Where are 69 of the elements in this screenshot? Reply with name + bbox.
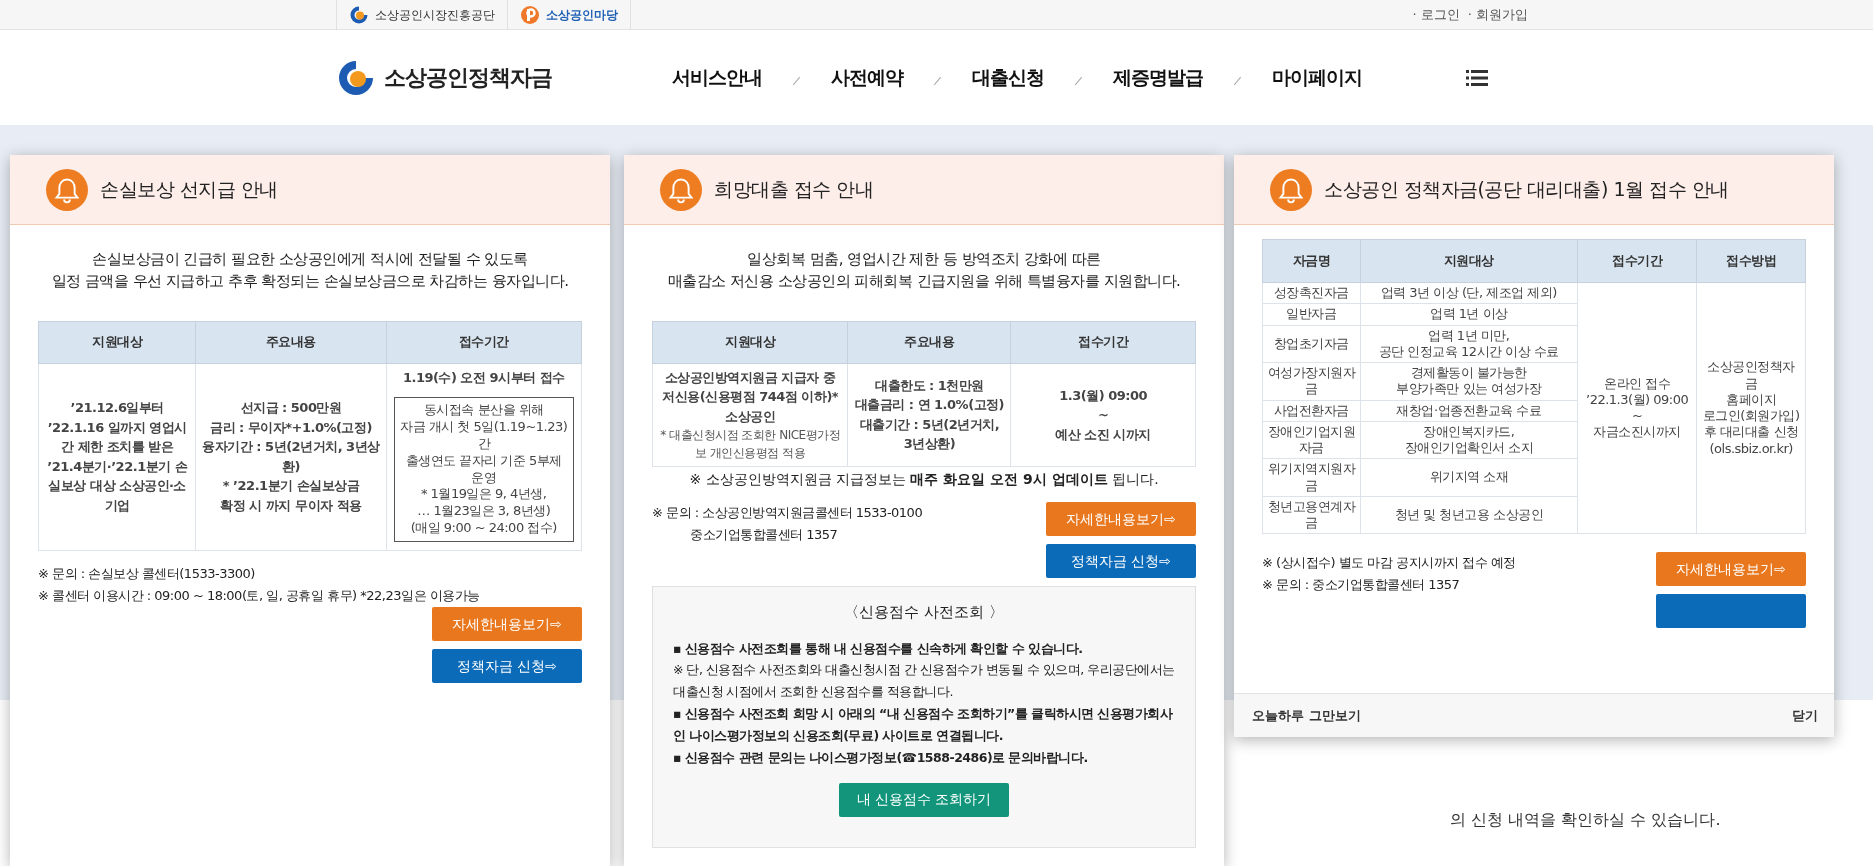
intro-text: 손실보상금이 긴급히 필요한 소상공인에게 적시에 전달될 수 있도록 일정 금액을 우선 지급하고 추후 확정되는 손실보상금으로 차감하는 융자입니다. bbox=[50, 249, 570, 292]
close-link[interactable]: 닫기 bbox=[1792, 705, 1818, 726]
table-cell: 소상공인정책자금 홈페이지 로그인(회원가입) 후 대리대출 신청 (ols.sbiz.or.kr) bbox=[1696, 282, 1806, 534]
apply-button[interactable]: 정책자금 신청⇨ bbox=[1046, 544, 1196, 578]
popup-title: 희망대출 접수 안내 bbox=[714, 177, 874, 203]
note-text: ※ 문의 : 중소기업통합콜센터 1357 bbox=[1262, 576, 1461, 595]
table-cell: 여성가장지원자금 bbox=[1262, 362, 1361, 400]
apply-button[interactable]: 정책자금 신청⇨ bbox=[432, 649, 582, 684]
column-header: 주요내용 bbox=[847, 321, 1011, 363]
table-cell: 1.3(월) 09:00 ~ 예산 소진 시까지 bbox=[1010, 363, 1196, 467]
info-text: ▪ 신용점수 사전조회 희망 시 아래의 “내 신용점수 조회하기”를 클릭하시면 신용평가회사인 나이스평가정보의 신용조회(무료) 사이트로 연결됩니다. bbox=[673, 705, 1174, 745]
table-cell: 성장촉진자금 bbox=[1262, 282, 1361, 304]
note-text: ※ 문의 : 손실보상 콜센터(1533-3300) bbox=[38, 565, 256, 584]
note-text: ※ (상시접수) 별도 마감 공지시까지 접수 예정 bbox=[1262, 554, 1516, 573]
column-header: 자금명 bbox=[1262, 239, 1361, 283]
note-text: ※ 문의 : 소상공인방역지원금콜센터 1533-0100 bbox=[652, 504, 923, 522]
nav-link[interactable]: 제증명발급 bbox=[1113, 63, 1203, 92]
menu-icon[interactable] bbox=[1466, 69, 1488, 86]
link-text: 소상공인시장진흥공단 bbox=[375, 7, 495, 24]
bell-icon bbox=[1270, 168, 1312, 211]
table-cell: 청년고용연계자금 bbox=[1262, 496, 1361, 534]
info-text: ▪ 신용점수 사전조회를 통해 내 신용점수를 신속하게 확인할 수 있습니다. bbox=[673, 639, 1084, 658]
intro-text: 일상회복 멈춤, 영업시간 제한 등 방역조치 강화에 따른 매출감소 저신용 소상공인의 피해회복 긴급지원을 위해 특별융자를 지원합니다. bbox=[666, 249, 1182, 292]
column-header: 지원대상 bbox=[38, 321, 196, 363]
nav-link[interactable]: 사전예약 bbox=[831, 63, 903, 92]
site-logo[interactable]: 소상공인정책자금 bbox=[336, 57, 552, 98]
cell-note: * 대출신청시점 조회한 NICE평가정보 개인신용평점 적용 bbox=[659, 427, 842, 462]
credit-check-button[interactable]: 내 신용점수 조회하기 bbox=[839, 782, 1009, 817]
note-text: ※ 콜센터 이용시간 : 09:00 ~ 18:00(토, 일, 공휴일 휴무) *22,23일은 이용가능 bbox=[38, 587, 480, 606]
dismiss-link[interactable]: 오늘하루 그만보기 bbox=[1252, 705, 1361, 726]
column-header: 주요내용 bbox=[195, 321, 386, 363]
column-header: 접수기간 bbox=[1577, 239, 1697, 283]
apply-button[interactable] bbox=[1656, 594, 1806, 629]
logo-icon bbox=[520, 5, 540, 25]
table-cell: 장애인기업지원자금 bbox=[1262, 421, 1361, 459]
account-link[interactable]: · 회원가입 bbox=[1467, 5, 1528, 25]
info-text: ▪ 신용점수 관련 문의는 나이스평가정보(☎1588-2486)로 문의바랍니다. bbox=[673, 748, 1089, 767]
nav-link[interactable]: 서비스안내 bbox=[672, 63, 762, 92]
table-cell: 선지급 : 500만원 금리 : 무이자*+1.0%(고정) 융자기간 : 5년(2년거치, 3년상환) * ’22.1분기 손실보상금 확정 시 까지 무이자 적용 bbox=[195, 363, 386, 551]
bell-icon bbox=[660, 168, 702, 211]
column-header: 접수기간 bbox=[386, 321, 582, 363]
column-header: 지원대상 bbox=[1360, 239, 1578, 283]
popup-title: 소상공인 정책자금(공단 대리대출) 1월 접수 안내 bbox=[1324, 177, 1729, 203]
table-cell: 일반자금 bbox=[1262, 303, 1361, 325]
cell-text: 소상공인방역지원금 지급자 중 저신용(신용평점 744점 이하)* 소상공인 bbox=[661, 368, 840, 426]
popup-title: 손실보상 선지급 안내 bbox=[100, 177, 278, 203]
link-text: 소상공인마당 bbox=[546, 7, 618, 24]
table-cell: 위기지역지원자금 bbox=[1262, 458, 1361, 497]
table-cell: 온라인 접수 ’22.1.3(월) 09:00 ~ 자금소진시까지 bbox=[1577, 282, 1697, 534]
column-header: 접수기간 bbox=[1010, 321, 1196, 363]
nav-link[interactable]: 대출신청 bbox=[972, 63, 1044, 92]
table-cell: 사업전환자금 bbox=[1262, 400, 1361, 422]
section-title: 〈신용점수 사전조회 〉 bbox=[843, 602, 1005, 623]
table-cell: 창업초기자금 bbox=[1262, 325, 1361, 363]
page-text: 의 신청 내역을 확인하실 수 있습니다. bbox=[1450, 809, 1722, 831]
note-text: 중소기업통합콜센터 1357 bbox=[689, 526, 839, 545]
table-cell: 업력 3년 이상 (단, 제조업 제외) bbox=[1360, 282, 1578, 304]
column-header: 지원대상 bbox=[652, 321, 848, 363]
table-cell: ’21.12.6일부터 ’22.1.16 일까지 영업시간 제한 조치를 받은 ’21.4분기·’22.1분기 손실보상 대상 소상공인·소기업 bbox=[38, 363, 196, 551]
account-link[interactable]: · 로그인 bbox=[1412, 5, 1460, 25]
cell-text: 1.19(수) 오전 9시부터 접수 bbox=[401, 368, 566, 387]
column-header: 접수방법 bbox=[1696, 239, 1806, 283]
notice-text: ※ 소상공인방역지원금 지급정보는 매주 화요일 오전 9시 업데이트 됩니다. bbox=[688, 470, 1160, 489]
logo-icon bbox=[349, 5, 369, 25]
info-text: ※ 단, 신용점수 사전조회와 대출신청시점 간 신용점수가 변동될 수 있으며, 우리공단에서는 대출신청 시점에서 조회한 신용점수를 적용합니다. bbox=[673, 661, 1175, 702]
nav-link[interactable]: 마이페이지 bbox=[1272, 63, 1362, 92]
bell-icon bbox=[46, 168, 88, 211]
boxed-note: 동시접속 분산을 위해 자금 개시 첫 5일(1.19~1.23)간 출생연도 끝자리 기준 5부제 운영 * 1월19일은 9, 4년생, … 1월23일은 3, 8년생) (매일 9:00 ~ 24:00 접수) bbox=[393, 397, 574, 543]
table-cell: 대출한도 : 1천만원 대출금리 : 연 1.0%(고정) 대출기간 : 5년(2년거치, 3년상환) bbox=[847, 363, 1011, 467]
